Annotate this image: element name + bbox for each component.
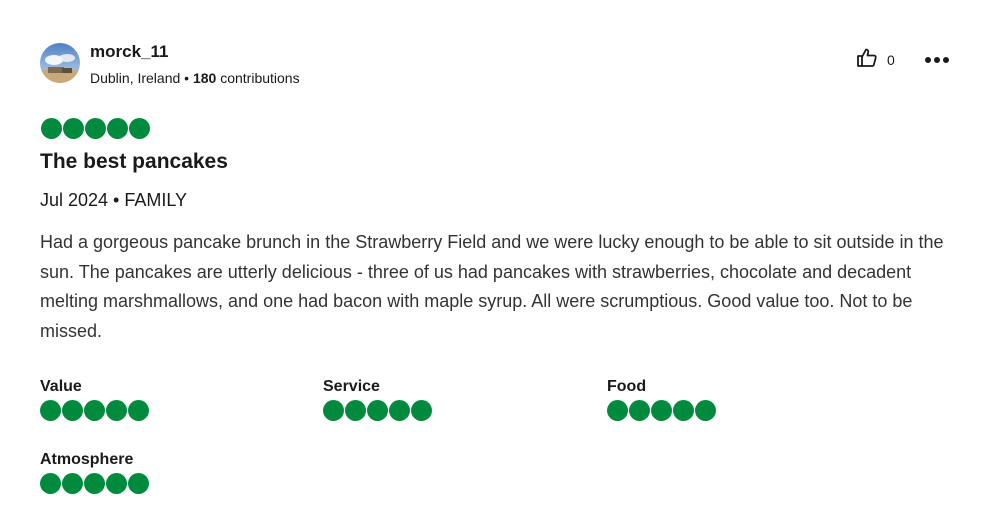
bubble-filled-icon	[106, 473, 127, 494]
sub-rating-bubbles	[607, 400, 716, 421]
bubble-filled-icon	[345, 400, 366, 421]
bubble-filled-icon	[411, 400, 432, 421]
bubble-filled-icon	[651, 400, 672, 421]
sub-rating-label: Service	[323, 378, 380, 395]
reviewer-meta: Dublin, Ireland • 180 contributions	[90, 69, 300, 87]
review-title[interactable]: The best pancakes	[40, 149, 228, 175]
avatar[interactable]	[40, 43, 80, 83]
bubble-filled-icon	[607, 400, 628, 421]
reviewer-username[interactable]: morck_11	[90, 42, 168, 62]
visit-info: Jul 2024 • FAMILY	[40, 190, 188, 210]
bubble-filled-icon	[629, 400, 650, 421]
sub-rating-label: Atmosphere	[40, 451, 134, 468]
bubble-filled-icon	[367, 400, 388, 421]
sub-rating-service: Service	[323, 377, 432, 421]
sub-rating-bubbles	[40, 400, 149, 421]
overall-bubble-rating	[41, 118, 150, 139]
review-body: Had a gorgeous pancake brunch in the Str…	[40, 232, 944, 341]
sub-rating-label: Food	[607, 378, 647, 395]
sub-rating-value: Value	[40, 377, 149, 421]
bubble-filled-icon	[85, 118, 106, 139]
helpful-vote-count: 0	[887, 52, 895, 68]
sub-rating-food: Food	[607, 377, 716, 421]
reviewer-location: Dublin, Ireland	[90, 70, 181, 86]
bubble-filled-icon	[84, 400, 105, 421]
bubble-filled-icon	[323, 400, 344, 421]
contributions-count: 180	[192, 70, 217, 86]
meta-separator: •	[184, 70, 190, 86]
sub-rating-bubbles	[40, 473, 149, 494]
bubble-filled-icon	[128, 400, 149, 421]
bubble-filled-icon	[63, 118, 84, 139]
bubble-filled-icon	[673, 400, 694, 421]
more-options-button[interactable]	[922, 48, 952, 72]
bubble-filled-icon	[695, 400, 716, 421]
bubble-filled-icon	[40, 400, 61, 421]
bubble-filled-icon	[106, 400, 127, 421]
more-horizontal-icon	[924, 51, 950, 69]
bubble-filled-icon	[41, 118, 62, 139]
bubble-filled-icon	[389, 400, 410, 421]
sub-rating-bubbles	[323, 400, 432, 421]
sub-rating-atmosphere: Atmosphere	[40, 450, 149, 494]
bubble-filled-icon	[129, 118, 150, 139]
thumbs-up-icon	[855, 46, 879, 75]
bubble-filled-icon	[62, 400, 83, 421]
bubble-filled-icon	[107, 118, 128, 139]
contributions-label: contributions	[220, 70, 300, 86]
bubble-filled-icon	[40, 473, 61, 494]
bubble-filled-icon	[62, 473, 83, 494]
bubble-filled-icon	[128, 473, 149, 494]
bubble-filled-icon	[84, 473, 105, 494]
review-card: morck_11 Dublin, Ireland • 180 contribut…	[0, 0, 999, 509]
sub-rating-label: Value	[40, 378, 82, 395]
avatar-image	[40, 43, 80, 83]
helpful-vote-button[interactable]: 0	[855, 48, 895, 72]
